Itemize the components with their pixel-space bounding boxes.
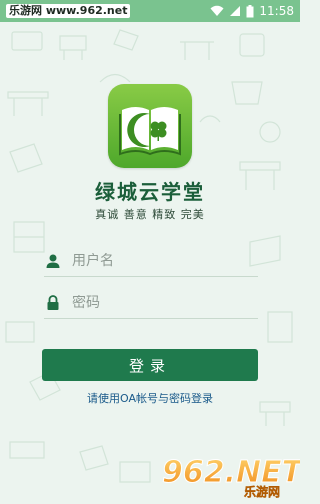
username-input[interactable]	[72, 253, 252, 269]
wifi-icon	[210, 5, 224, 17]
status-time: 11:58	[259, 4, 294, 18]
login-button[interactable]: 登录	[42, 349, 258, 381]
username-field[interactable]	[44, 246, 258, 277]
status-icons: 11:58	[210, 3, 294, 19]
app-slogan: 真诚 善意 精致 完美	[95, 208, 205, 221]
watermark-logo: 962.NET 乐游网	[158, 448, 306, 500]
signal-icon	[229, 5, 241, 17]
status-bar: 乐游网 www.962.net 11:58	[0, 0, 300, 22]
login-hint: 请使用OA帐号与密码登录	[87, 392, 213, 405]
app-logo-icon	[108, 84, 192, 168]
password-field[interactable]	[44, 288, 258, 319]
password-input[interactable]	[72, 295, 252, 311]
battery-icon	[246, 4, 254, 18]
svg-text:乐游网: 乐游网	[244, 484, 280, 499]
app-title: 绿城云学堂	[95, 180, 205, 204]
lock-icon	[44, 294, 62, 312]
person-icon	[44, 252, 62, 270]
status-source-label: 乐游网 www.962.net	[6, 4, 131, 18]
